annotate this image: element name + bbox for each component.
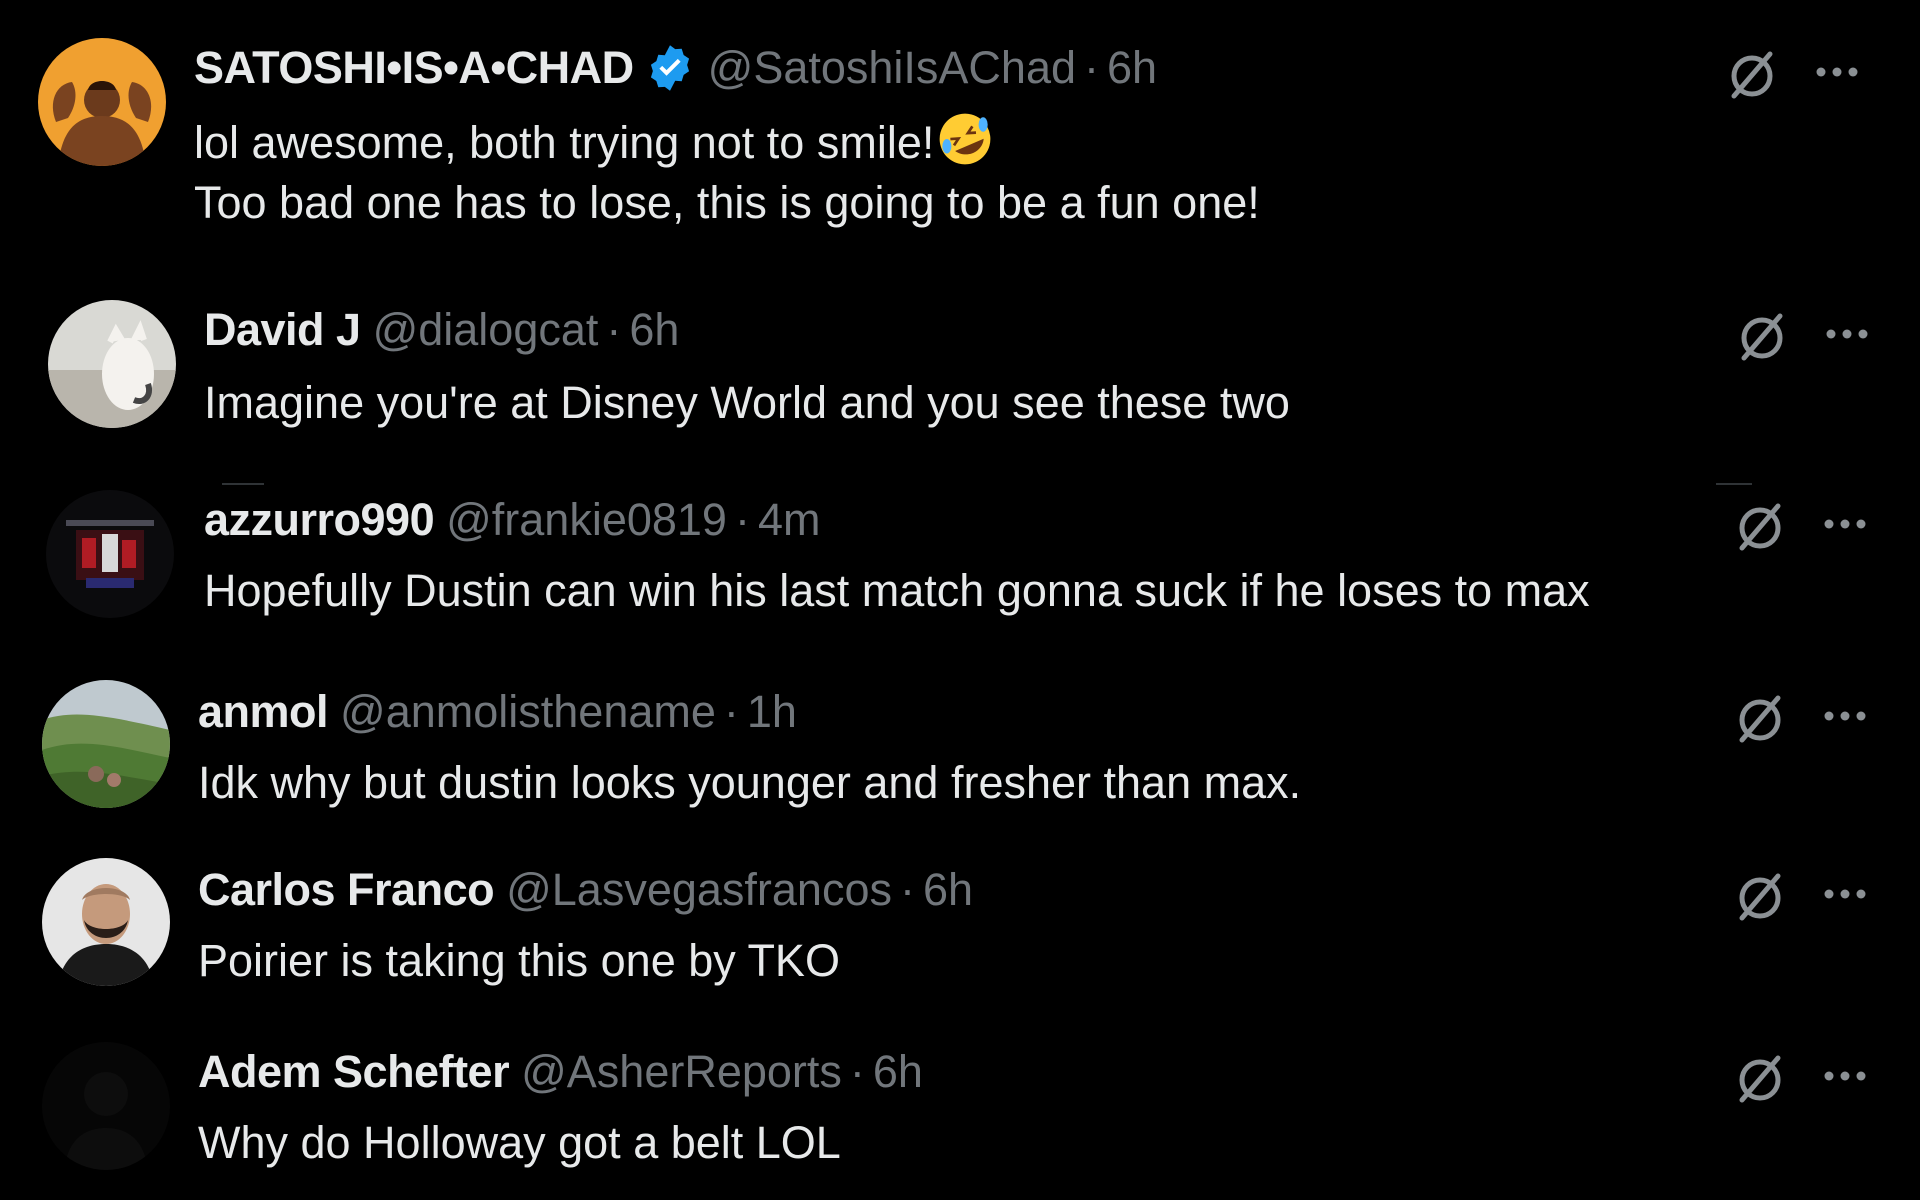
- timestamp[interactable]: 6h: [873, 1044, 923, 1100]
- separator-dot: ·: [723, 686, 739, 737]
- reply-item[interactable]: anmol @anmolisthename · 1h Idk why but d…: [0, 672, 1920, 842]
- more-options-icon[interactable]: [1812, 62, 1862, 82]
- rolling-on-floor-laughing-emoji-icon: [936, 110, 994, 168]
- more-options-icon[interactable]: [1820, 884, 1870, 904]
- display-name[interactable]: azzurro990: [204, 492, 435, 548]
- reply-text-line: Poirier is taking this one by TKO: [198, 935, 840, 986]
- reply-text: lol awesome, both trying not to smile!: [194, 110, 994, 174]
- separator-dot: ·: [1084, 42, 1100, 93]
- grok-icon[interactable]: [1724, 46, 1780, 102]
- timestamp[interactable]: 6h: [923, 862, 973, 918]
- avatar[interactable]: [38, 38, 166, 166]
- separator-dot: ·: [899, 864, 915, 915]
- timestamp[interactable]: 6h: [629, 302, 679, 358]
- user-handle[interactable]: @anmolisthename: [340, 684, 716, 740]
- reply-text-line: Hopefully Dustin can win his last match …: [204, 565, 1590, 616]
- grok-icon[interactable]: [1732, 868, 1788, 924]
- reply-item[interactable]: Adem Schefter @AsherReports · 6h Why do …: [0, 1032, 1920, 1200]
- avatar[interactable]: [42, 680, 170, 808]
- reply-text-line: Idk why but dustin looks younger and fre…: [198, 757, 1302, 808]
- timestamp[interactable]: 1h: [747, 684, 797, 740]
- timestamp[interactable]: 4m: [758, 492, 821, 548]
- avatar[interactable]: [48, 300, 176, 428]
- separator-dot: ·: [849, 1046, 865, 1097]
- reply-item[interactable]: azzurro990 @frankie0819 · 4m Hopefully D…: [0, 480, 1920, 655]
- grok-icon[interactable]: [1732, 498, 1788, 554]
- reply-header: Adem Schefter @AsherReports · 6h: [198, 1044, 923, 1100]
- reply-text: Too bad one has to lose, this is going t…: [194, 172, 1260, 234]
- reply-text-line: Imagine you're at Disney World and you s…: [204, 377, 1290, 428]
- separator-dot: ·: [606, 304, 622, 355]
- user-handle[interactable]: @frankie0819: [446, 492, 727, 548]
- more-options-icon[interactable]: [1822, 324, 1872, 344]
- display-name[interactable]: Adem Schefter: [198, 1044, 510, 1100]
- verified-badge-icon: [644, 42, 696, 94]
- reply-item[interactable]: SATOSHI•IS•A•CHAD @SatoshiIsAChad · 6h l…: [0, 0, 1920, 270]
- reply-header: David J @dialogcat · 6h: [204, 302, 679, 358]
- avatar[interactable]: [46, 490, 174, 618]
- more-options-icon[interactable]: [1820, 514, 1870, 534]
- reply-item[interactable]: Carlos Franco @Lasvegasfrancos · 6h Poir…: [0, 850, 1920, 1020]
- reply-text: Hopefully Dustin can win his last match …: [204, 560, 1590, 622]
- user-handle[interactable]: @Lasvegasfrancos: [506, 862, 892, 918]
- reply-text: Idk why but dustin looks younger and fre…: [198, 752, 1301, 814]
- reply-text-line: lol awesome, both trying not to smile!: [194, 117, 935, 168]
- more-options-icon[interactable]: [1820, 706, 1870, 726]
- reply-item[interactable]: David J @dialogcat · 6h Imagine you're a…: [0, 290, 1920, 460]
- reply-header: Carlos Franco @Lasvegasfrancos · 6h: [198, 862, 973, 918]
- user-handle[interactable]: @SatoshiIsAChad: [708, 40, 1076, 96]
- grok-icon[interactable]: [1732, 1050, 1788, 1106]
- timestamp[interactable]: 6h: [1107, 40, 1157, 96]
- reply-text: Imagine you're at Disney World and you s…: [204, 372, 1290, 434]
- separator-dot: ·: [734, 494, 750, 545]
- avatar[interactable]: [42, 858, 170, 986]
- reply-text-line: Why do Holloway got a belt LOL: [198, 1117, 841, 1168]
- avatar[interactable]: [42, 1042, 170, 1170]
- grok-icon[interactable]: [1734, 308, 1790, 364]
- more-options-icon[interactable]: [1820, 1066, 1870, 1086]
- user-handle[interactable]: @AsherReports: [521, 1044, 842, 1100]
- display-name[interactable]: anmol: [198, 684, 329, 740]
- display-name[interactable]: SATOSHI•IS•A•CHAD: [194, 40, 634, 96]
- reply-header: SATOSHI•IS•A•CHAD @SatoshiIsAChad · 6h: [194, 40, 1157, 96]
- reply-text: Poirier is taking this one by TKO: [198, 930, 840, 992]
- user-handle[interactable]: @dialogcat: [373, 302, 599, 358]
- display-name[interactable]: David J: [204, 302, 361, 358]
- display-name[interactable]: Carlos Franco: [198, 862, 495, 918]
- grok-icon[interactable]: [1732, 690, 1788, 746]
- reply-header: azzurro990 @frankie0819 · 4m: [204, 492, 820, 548]
- reply-header: anmol @anmolisthename · 1h: [198, 684, 797, 740]
- reply-text-line: Too bad one has to lose, this is going t…: [194, 177, 1260, 228]
- reply-text: Why do Holloway got a belt LOL: [198, 1112, 841, 1174]
